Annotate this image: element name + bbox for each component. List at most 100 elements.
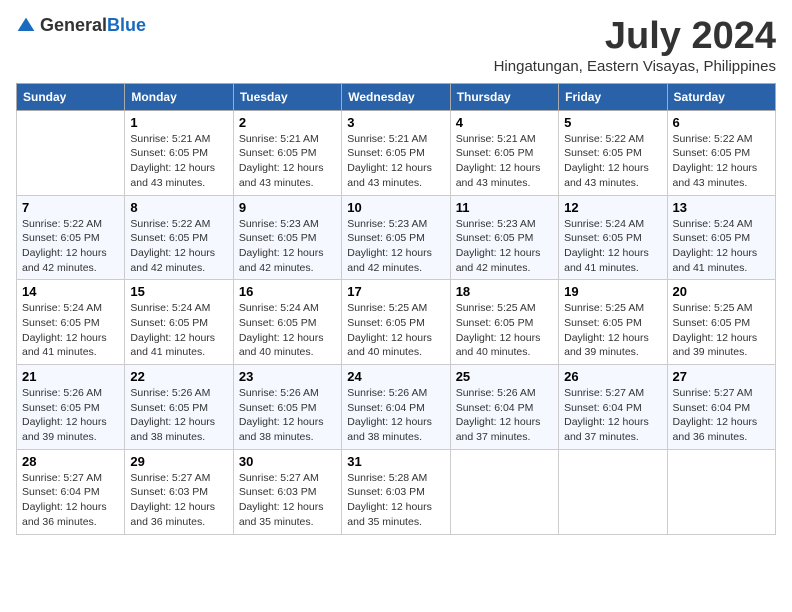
date-number: 22 — [130, 369, 227, 384]
calendar-cell: 1 Sunrise: 5:21 AM Sunset: 6:05 PM Daylig… — [125, 110, 233, 195]
calendar-cell: 21Sunrise: 5:26 AM Sunset: 6:05 PM Dayli… — [17, 365, 125, 450]
cell-daylight-info: Sunrise: 5:24 AM Sunset: 6:05 PM Dayligh… — [22, 301, 119, 360]
calendar-header-tuesday: Tuesday — [233, 83, 341, 110]
calendar-cell: 18 Sunrise: 5:25 AM Sunset: 6:05 PM Dayli… — [450, 280, 558, 365]
calendar-header-wednesday: Wednesday — [342, 83, 450, 110]
date-number: 30 — [239, 454, 336, 469]
logo-icon — [16, 16, 36, 36]
calendar-header-sunday: Sunday — [17, 83, 125, 110]
cell-daylight-info: Sunrise: 5:23 AM Sunset: 6:05 PM Dayligh… — [347, 217, 444, 276]
date-number: 13 — [673, 200, 770, 215]
calendar-cell: 16 Sunrise: 5:24 AM Sunset: 6:05 PM Dayli… — [233, 280, 341, 365]
date-number: 17 — [347, 284, 444, 299]
cell-daylight-info: Sunrise: 5:26 AM Sunset: 6:05 PM Dayligh… — [130, 386, 227, 445]
date-number: 23 — [239, 369, 336, 384]
date-number: 9 — [239, 200, 336, 215]
title-area: July 2024 Hingatungan, Eastern Visayas, … — [494, 16, 776, 75]
calendar-cell: 8 Sunrise: 5:22 AM Sunset: 6:05 PM Daylig… — [125, 195, 233, 280]
calendar-cell: 14Sunrise: 5:24 AM Sunset: 6:05 PM Dayli… — [17, 280, 125, 365]
calendar-cell — [450, 449, 558, 534]
calendar-cell: 5Sunrise: 5:22 AM Sunset: 6:05 PM Daylig… — [559, 110, 667, 195]
cell-daylight-info: Sunrise: 5:25 AM Sunset: 6:05 PM Dayligh… — [456, 301, 553, 360]
date-number: 31 — [347, 454, 444, 469]
date-number: 28 — [22, 454, 119, 469]
calendar-cell: 27 Sunrise: 5:27 AM Sunset: 6:04 PM Dayli… — [667, 365, 775, 450]
calendar-week-1: 1 Sunrise: 5:21 AM Sunset: 6:05 PM Daylig… — [17, 110, 776, 195]
cell-daylight-info: Sunrise: 5:23 AM Sunset: 6:05 PM Dayligh… — [456, 217, 553, 276]
calendar-cell: 31Sunrise: 5:28 AM Sunset: 6:03 PM Dayli… — [342, 449, 450, 534]
date-number: 6 — [673, 115, 770, 130]
date-number: 29 — [130, 454, 227, 469]
calendar-cell: 13 Sunrise: 5:24 AM Sunset: 6:05 PM Dayli… — [667, 195, 775, 280]
calendar-cell — [17, 110, 125, 195]
calendar-cell: 25 Sunrise: 5:26 AM Sunset: 6:04 PM Dayli… — [450, 365, 558, 450]
cell-daylight-info: Sunrise: 5:22 AM Sunset: 6:05 PM Dayligh… — [673, 132, 770, 191]
date-number: 19 — [564, 284, 661, 299]
cell-daylight-info: Sunrise: 5:21 AM Sunset: 6:05 PM Dayligh… — [239, 132, 336, 191]
cell-daylight-info: Sunrise: 5:25 AM Sunset: 6:05 PM Dayligh… — [564, 301, 661, 360]
cell-daylight-info: Sunrise: 5:27 AM Sunset: 6:04 PM Dayligh… — [22, 471, 119, 530]
calendar-cell: 2 Sunrise: 5:21 AM Sunset: 6:05 PM Daylig… — [233, 110, 341, 195]
calendar-cell — [667, 449, 775, 534]
date-number: 12 — [564, 200, 661, 215]
date-number: 5 — [564, 115, 661, 130]
logo-general: General — [40, 15, 107, 35]
date-number: 25 — [456, 369, 553, 384]
calendar-cell: 29Sunrise: 5:27 AM Sunset: 6:03 PM Dayli… — [125, 449, 233, 534]
cell-daylight-info: Sunrise: 5:24 AM Sunset: 6:05 PM Dayligh… — [564, 217, 661, 276]
date-number: 15 — [130, 284, 227, 299]
date-number: 27 — [673, 369, 770, 384]
cell-daylight-info: Sunrise: 5:24 AM Sunset: 6:05 PM Dayligh… — [239, 301, 336, 360]
logo-blue: Blue — [107, 15, 146, 35]
cell-daylight-info: Sunrise: 5:21 AM Sunset: 6:05 PM Dayligh… — [130, 132, 227, 191]
cell-daylight-info: Sunrise: 5:27 AM Sunset: 6:04 PM Dayligh… — [673, 386, 770, 445]
cell-daylight-info: Sunrise: 5:22 AM Sunset: 6:05 PM Dayligh… — [22, 217, 119, 276]
calendar-table: SundayMondayTuesdayWednesdayThursdayFrid… — [16, 83, 776, 535]
calendar-header-saturday: Saturday — [667, 83, 775, 110]
cell-daylight-info: Sunrise: 5:26 AM Sunset: 6:05 PM Dayligh… — [22, 386, 119, 445]
date-number: 18 — [456, 284, 553, 299]
cell-daylight-info: Sunrise: 5:22 AM Sunset: 6:05 PM Dayligh… — [130, 217, 227, 276]
calendar-cell: 10 Sunrise: 5:23 AM Sunset: 6:05 PM Dayli… — [342, 195, 450, 280]
page-header: GeneralBlue July 2024 Hingatungan, Easte… — [16, 16, 776, 75]
date-number: 1 — [130, 115, 227, 130]
cell-daylight-info: Sunrise: 5:27 AM Sunset: 6:04 PM Dayligh… — [564, 386, 661, 445]
calendar-cell: 24Sunrise: 5:26 AM Sunset: 6:04 PM Dayli… — [342, 365, 450, 450]
cell-daylight-info: Sunrise: 5:24 AM Sunset: 6:05 PM Dayligh… — [673, 217, 770, 276]
calendar-cell: 23 Sunrise: 5:26 AM Sunset: 6:05 PM Dayli… — [233, 365, 341, 450]
date-number: 3 — [347, 115, 444, 130]
calendar-week-3: 14Sunrise: 5:24 AM Sunset: 6:05 PM Dayli… — [17, 280, 776, 365]
cell-daylight-info: Sunrise: 5:25 AM Sunset: 6:05 PM Dayligh… — [347, 301, 444, 360]
cell-daylight-info: Sunrise: 5:26 AM Sunset: 6:04 PM Dayligh… — [347, 386, 444, 445]
calendar-cell: 4 Sunrise: 5:21 AM Sunset: 6:05 PM Daylig… — [450, 110, 558, 195]
calendar-header-row: SundayMondayTuesdayWednesdayThursdayFrid… — [17, 83, 776, 110]
calendar-cell: 28 Sunrise: 5:27 AM Sunset: 6:04 PM Dayli… — [17, 449, 125, 534]
calendar-cell: 15Sunrise: 5:24 AM Sunset: 6:05 PM Dayli… — [125, 280, 233, 365]
date-number: 10 — [347, 200, 444, 215]
calendar-week-4: 21Sunrise: 5:26 AM Sunset: 6:05 PM Dayli… — [17, 365, 776, 450]
calendar-cell: 20Sunrise: 5:25 AM Sunset: 6:05 PM Dayli… — [667, 280, 775, 365]
calendar-week-5: 28 Sunrise: 5:27 AM Sunset: 6:04 PM Dayli… — [17, 449, 776, 534]
cell-daylight-info: Sunrise: 5:26 AM Sunset: 6:05 PM Dayligh… — [239, 386, 336, 445]
calendar-cell: 22 Sunrise: 5:26 AM Sunset: 6:05 PM Dayli… — [125, 365, 233, 450]
cell-daylight-info: Sunrise: 5:27 AM Sunset: 6:03 PM Dayligh… — [239, 471, 336, 530]
calendar-cell: 9 Sunrise: 5:23 AM Sunset: 6:05 PM Daylig… — [233, 195, 341, 280]
calendar-cell — [559, 449, 667, 534]
date-number: 8 — [130, 200, 227, 215]
cell-daylight-info: Sunrise: 5:21 AM Sunset: 6:05 PM Dayligh… — [456, 132, 553, 191]
calendar-week-2: 7 Sunrise: 5:22 AM Sunset: 6:05 PM Daylig… — [17, 195, 776, 280]
cell-daylight-info: Sunrise: 5:25 AM Sunset: 6:05 PM Dayligh… — [673, 301, 770, 360]
calendar-cell: 11Sunrise: 5:23 AM Sunset: 6:05 PM Dayli… — [450, 195, 558, 280]
calendar-cell: 30 Sunrise: 5:27 AM Sunset: 6:03 PM Dayli… — [233, 449, 341, 534]
date-number: 26 — [564, 369, 661, 384]
date-number: 4 — [456, 115, 553, 130]
cell-daylight-info: Sunrise: 5:26 AM Sunset: 6:04 PM Dayligh… — [456, 386, 553, 445]
calendar-cell: 6 Sunrise: 5:22 AM Sunset: 6:05 PM Daylig… — [667, 110, 775, 195]
date-number: 16 — [239, 284, 336, 299]
subtitle: Hingatungan, Eastern Visayas, Philippine… — [494, 58, 776, 75]
date-number: 7 — [22, 200, 119, 215]
calendar-cell: 12 Sunrise: 5:24 AM Sunset: 6:05 PM Dayli… — [559, 195, 667, 280]
date-number: 2 — [239, 115, 336, 130]
cell-daylight-info: Sunrise: 5:23 AM Sunset: 6:05 PM Dayligh… — [239, 217, 336, 276]
calendar-cell: 3Sunrise: 5:21 AM Sunset: 6:05 PM Daylig… — [342, 110, 450, 195]
